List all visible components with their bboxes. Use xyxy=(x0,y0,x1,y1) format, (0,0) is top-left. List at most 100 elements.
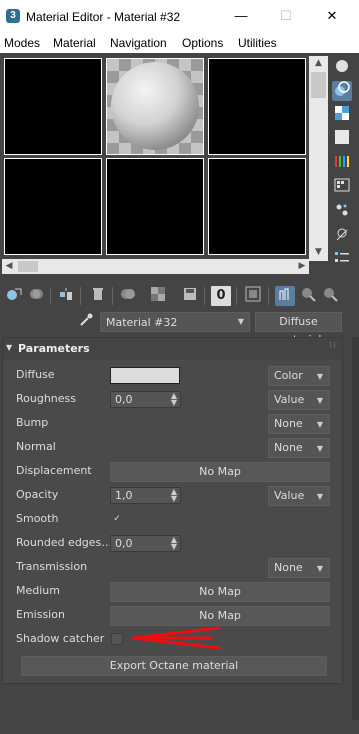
roughness-mode-value: Value xyxy=(274,393,305,406)
get-material-icon[interactable] xyxy=(4,286,24,306)
copy-material-icon[interactable] xyxy=(118,286,138,306)
roughness-value: 0,0 xyxy=(115,393,133,406)
material-id-channel-icon[interactable]: 0 xyxy=(211,286,231,306)
diffuse-mode-dropdown[interactable]: Color ▼ xyxy=(268,366,330,386)
video-color-check-icon[interactable] xyxy=(332,154,352,174)
scroll-thumb[interactable] xyxy=(311,72,326,98)
material-type-button[interactable]: Diffuse material xyxy=(255,312,342,346)
pick-material-eyedropper-icon[interactable] xyxy=(78,313,94,329)
material-map-navigator-icon[interactable] xyxy=(332,250,352,270)
emission-label: Emission xyxy=(16,608,65,621)
bump-mode-value: None xyxy=(274,417,303,430)
opacity-value: 1,0 xyxy=(115,489,133,502)
show-end-result-icon[interactable] xyxy=(275,286,295,306)
put-to-scene-icon[interactable] xyxy=(26,286,46,306)
shadow-catcher-label: Shadow catcher xyxy=(16,632,105,645)
emission-map-button[interactable]: No Map xyxy=(110,606,330,626)
rounded-edges-spinner[interactable]: 0,0 ▲ ▼ xyxy=(110,535,181,552)
displacement-map-button[interactable]: No Map xyxy=(110,462,330,482)
material-name-field[interactable]: Material #32 ▼ xyxy=(100,312,250,332)
reset-map-icon[interactable] xyxy=(88,286,108,306)
opacity-mode-dropdown[interactable]: Value ▼ xyxy=(268,486,330,506)
scroll-down-icon[interactable]: ▼ xyxy=(309,245,328,259)
export-octane-material-button[interactable]: Export Octane material xyxy=(21,656,327,676)
rounded-edges-value: 0,0 xyxy=(115,537,133,550)
go-to-parent-icon[interactable] xyxy=(298,286,318,306)
chevron-down-icon: ▼ xyxy=(316,444,323,453)
opacity-spinner[interactable]: 1,0 ▲ ▼ xyxy=(110,487,181,504)
spinner-arrows-icon[interactable]: ▲ ▼ xyxy=(171,488,177,503)
normal-mode-dropdown[interactable]: None ▼ xyxy=(268,438,330,458)
backlight-icon[interactable] xyxy=(332,81,352,101)
slots-horizontal-scrollbar[interactable]: ◀ ▶ xyxy=(2,259,309,274)
menu-modes[interactable]: Modes xyxy=(4,36,40,50)
opacity-mode-value: Value xyxy=(274,489,305,502)
go-forward-icon[interactable] xyxy=(320,286,340,306)
bump-mode-dropdown[interactable]: None ▼ xyxy=(268,414,330,434)
material-toolbar: 0 xyxy=(0,284,359,308)
scroll-up-icon[interactable]: ▲ xyxy=(309,56,328,70)
shadow-catcher-checkbox[interactable] xyxy=(111,633,123,645)
sample-slot[interactable] xyxy=(208,158,306,255)
diffuse-mode-value: Color xyxy=(274,369,303,382)
sample-slot[interactable] xyxy=(106,158,204,255)
slots-vertical-scrollbar[interactable]: ▲ ▼ xyxy=(309,56,328,261)
drag-handle-icon[interactable]: ⁞⁞ xyxy=(329,341,337,351)
scroll-right-icon[interactable]: ▶ xyxy=(295,259,309,274)
menu-options[interactable]: Options xyxy=(182,36,223,50)
chevron-down-icon: ▼ xyxy=(316,564,323,573)
make-preview-icon[interactable] xyxy=(332,178,352,198)
transmission-mode-dropdown[interactable]: None ▼ xyxy=(268,558,330,578)
spinner-arrows-icon[interactable]: ▲ ▼ xyxy=(171,536,177,551)
app-icon: 3 xyxy=(6,9,20,23)
medium-label: Medium xyxy=(16,584,60,597)
rounded-edges-label: Rounded edges… xyxy=(16,536,113,549)
chevron-down-icon: ▼ xyxy=(316,420,323,429)
sample-slots xyxy=(0,54,332,276)
select-by-material-icon[interactable] xyxy=(332,226,352,246)
put-to-library-icon[interactable] xyxy=(180,286,200,306)
options-icon[interactable] xyxy=(332,202,352,222)
menu-utilities[interactable]: Utilities xyxy=(238,36,277,50)
parameters-rollout: ▼ Parameters ⁞⁞ Diffuse Color ▼ Roughness… xyxy=(2,337,343,684)
normal-label: Normal xyxy=(16,440,56,453)
opacity-label: Opacity xyxy=(16,488,59,501)
make-unique-icon[interactable] xyxy=(148,286,168,306)
checker-background-icon[interactable] xyxy=(332,106,352,126)
spinner-arrows-icon[interactable]: ▲ ▼ xyxy=(171,392,177,407)
smooth-label: Smooth xyxy=(16,512,59,525)
minimize-button[interactable]: — xyxy=(226,6,256,26)
sample-slot[interactable] xyxy=(208,58,306,155)
diffuse-label: Diffuse xyxy=(16,368,55,381)
roughness-label: Roughness xyxy=(16,392,77,405)
scroll-thumb[interactable] xyxy=(18,261,38,272)
transmission-label: Transmission xyxy=(16,560,88,573)
displacement-label: Displacement xyxy=(16,464,92,477)
scroll-left-icon[interactable]: ◀ xyxy=(2,259,16,274)
transmission-mode-value: None xyxy=(274,561,303,574)
slot-side-toolbar xyxy=(330,56,355,274)
roughness-spinner[interactable]: 0,0 ▲ ▼ xyxy=(110,391,181,408)
maximize-button[interactable]: ☐ xyxy=(271,6,301,26)
sample-uv-tiling-icon[interactable] xyxy=(332,130,352,150)
roughness-mode-dropdown[interactable]: Value ▼ xyxy=(268,390,330,410)
normal-mode-value: None xyxy=(274,441,303,454)
sample-slot[interactable] xyxy=(4,58,102,155)
sample-slot-selected[interactable] xyxy=(106,58,204,155)
menu-material[interactable]: Material xyxy=(53,36,96,50)
rollout-header[interactable]: ▼ Parameters ⁞⁞ xyxy=(3,338,342,360)
rollout-title: Parameters xyxy=(18,342,90,355)
show-shaded-map-icon[interactable] xyxy=(243,286,263,306)
title-bar: 3 Material Editor - Material #32 — ☐ ✕ xyxy=(0,0,359,33)
sphere-icon[interactable] xyxy=(332,58,352,78)
smooth-checkbox[interactable]: ✓ xyxy=(111,514,123,526)
diffuse-color-swatch[interactable] xyxy=(110,367,180,384)
assign-to-selection-icon[interactable] xyxy=(56,286,76,306)
checkmark-icon: ✓ xyxy=(113,514,121,524)
chevron-down-icon: ▼ xyxy=(316,492,323,501)
close-button[interactable]: ✕ xyxy=(317,6,347,26)
right-scroll-strip[interactable] xyxy=(352,337,359,734)
medium-map-button[interactable]: No Map xyxy=(110,582,330,602)
menu-navigation[interactable]: Navigation xyxy=(110,36,167,50)
sample-slot[interactable] xyxy=(4,158,102,255)
